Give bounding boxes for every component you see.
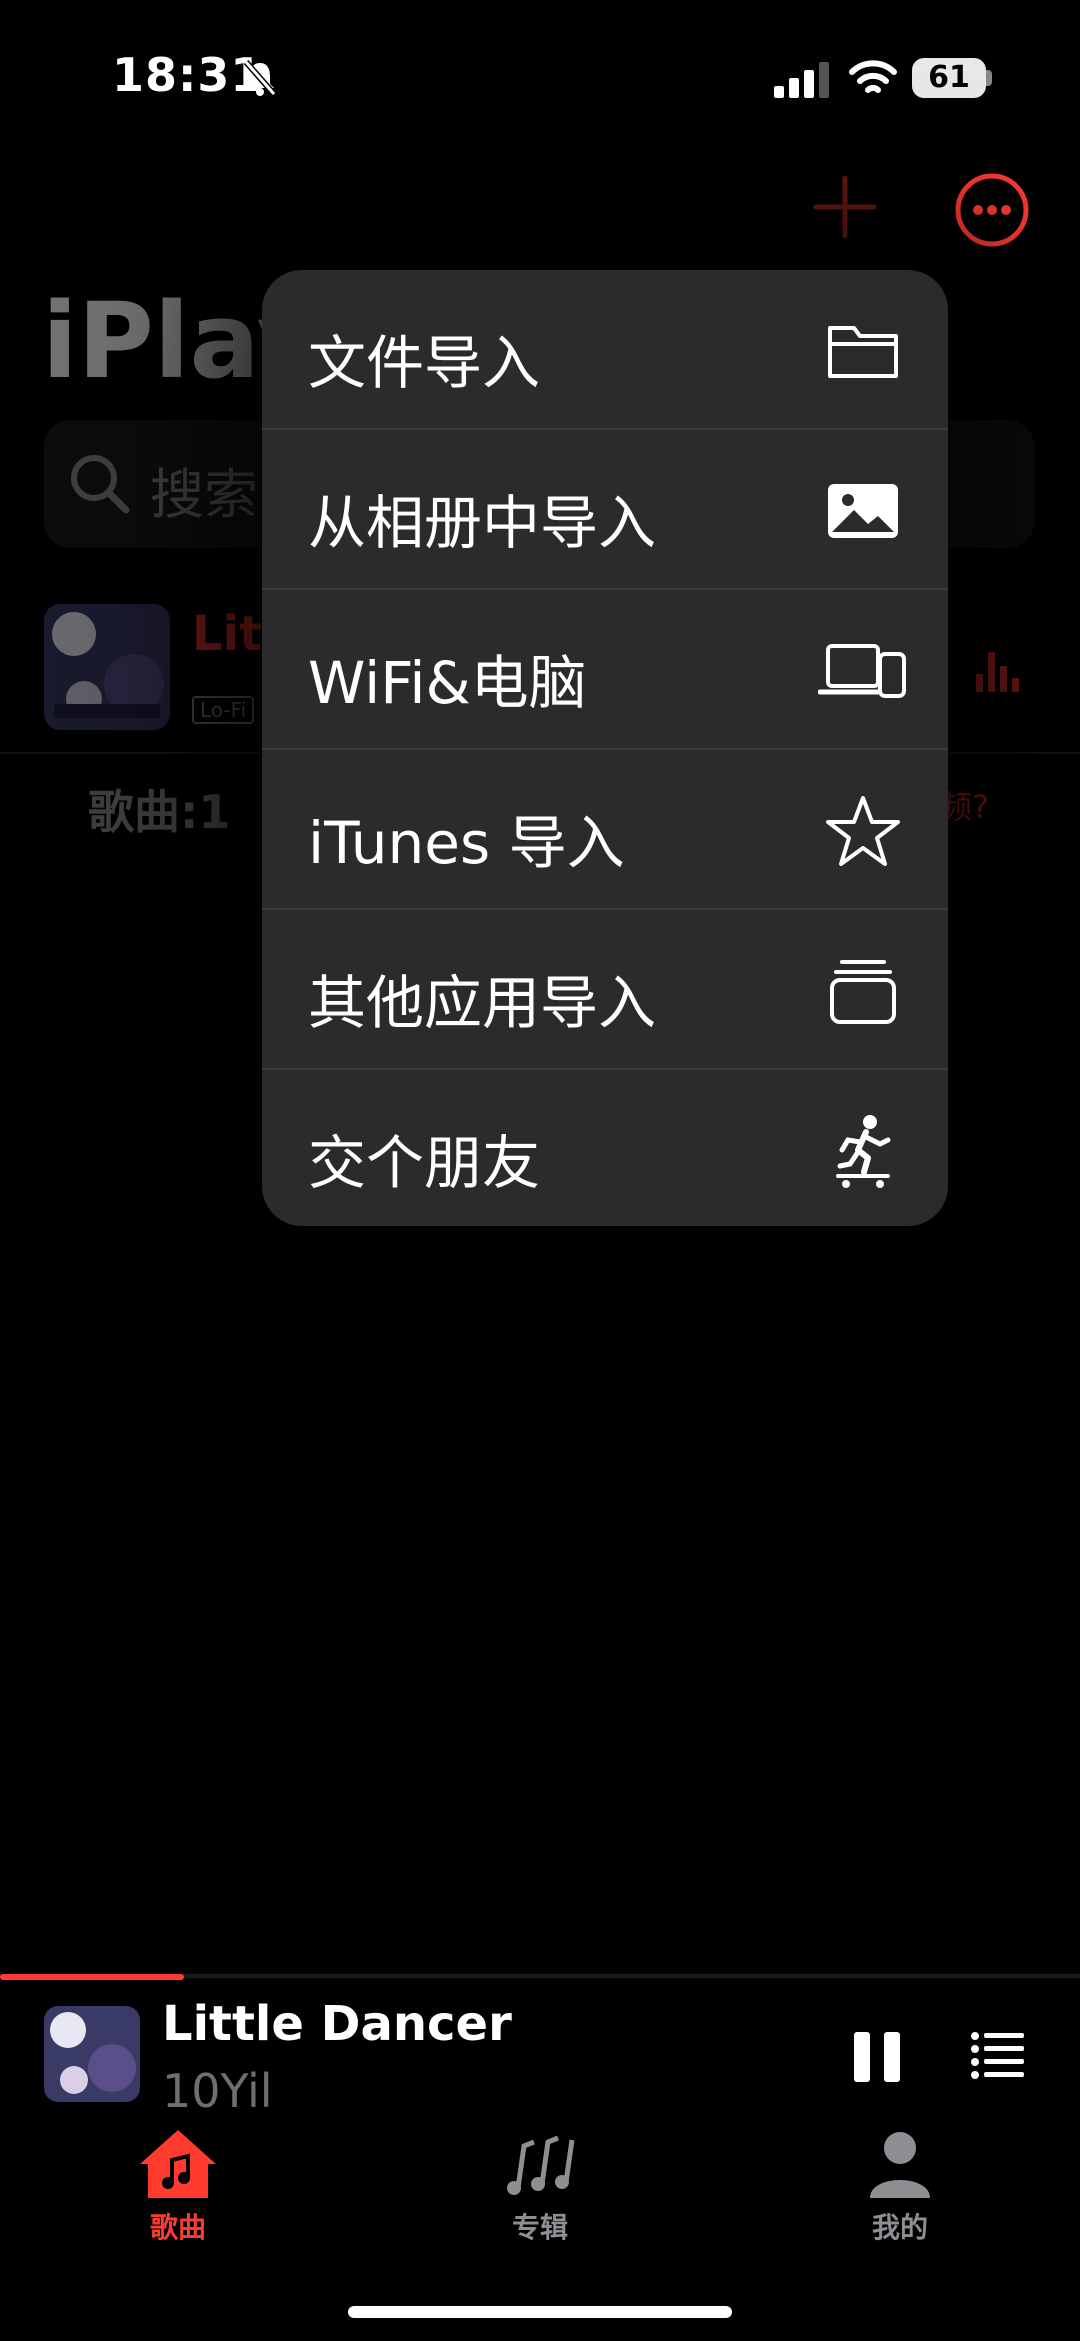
tab-songs[interactable]: 歌曲	[78, 2128, 278, 2248]
search-icon	[71, 455, 130, 514]
tab-label: 我的	[871, 2211, 928, 2244]
import-menu: 文件导入 从相册中导入 WiFi&电脑 iTunes 导入 其他应用导入 交个朋…	[262, 270, 948, 1226]
folder-icon	[828, 326, 898, 378]
mini-player-title[interactable]: Little Dancer	[162, 1996, 512, 2052]
queue-list-icon[interactable]	[970, 2030, 1026, 2082]
search-placeholder: 搜索	[150, 463, 258, 526]
menu-item-make-friends[interactable]: 交个朋友	[262, 1070, 948, 1226]
tab-mine[interactable]: 我的	[800, 2128, 1000, 2248]
tab-albums[interactable]: 专辑	[440, 2128, 640, 2248]
tab-label: 专辑	[511, 2211, 568, 2244]
wifi-icon	[849, 60, 897, 93]
menu-item-label: 文件导入	[308, 329, 541, 397]
bell-muted-icon	[243, 60, 277, 96]
home-music-icon	[140, 2130, 216, 2198]
laptop-phone-icon	[818, 644, 906, 698]
home-indicator[interactable]	[348, 2306, 732, 2318]
skateboarder-icon	[836, 1115, 891, 1188]
menu-item-label: WiFi&电脑	[308, 649, 587, 717]
photo-icon	[828, 484, 898, 538]
pause-icon[interactable]	[852, 2030, 904, 2084]
menu-item-photo-import[interactable]: 从相册中导入	[262, 430, 948, 588]
mini-player-art[interactable]	[44, 2006, 140, 2102]
music-notes-icon	[507, 2135, 575, 2195]
tab-label: 歌曲	[149, 2211, 206, 2244]
menu-item-label: 交个朋友	[308, 1129, 541, 1197]
menu-item-label: 其他应用导入	[308, 969, 657, 1037]
stack-icon	[830, 960, 896, 1024]
now-playing-bars-icon	[976, 652, 1019, 692]
battery-indicator: 61	[912, 58, 986, 98]
menu-item-file-import[interactable]: 文件导入	[262, 270, 948, 428]
add-icon[interactable]	[810, 172, 880, 242]
menu-item-label: 从相册中导入	[308, 489, 657, 557]
song-count: 歌曲:1	[88, 785, 231, 839]
genre-tag: Lo-Fi	[192, 696, 255, 724]
menu-item-itunes-import[interactable]: iTunes 导入	[262, 750, 948, 908]
star-icon	[826, 796, 900, 866]
menu-item-wifi-computer[interactable]: WiFi&电脑	[262, 590, 948, 748]
album-art	[44, 604, 170, 730]
battery-nub	[986, 70, 992, 86]
more-options-icon[interactable]	[954, 172, 1030, 248]
playback-progress-fill	[0, 1974, 184, 1980]
menu-item-label: iTunes 导入	[308, 809, 625, 877]
person-icon	[870, 2132, 930, 2198]
menu-item-other-app-import[interactable]: 其他应用导入	[262, 910, 948, 1068]
mini-player-artist: 10Yil	[162, 2064, 273, 2118]
cellular-signal-icon	[774, 62, 829, 98]
